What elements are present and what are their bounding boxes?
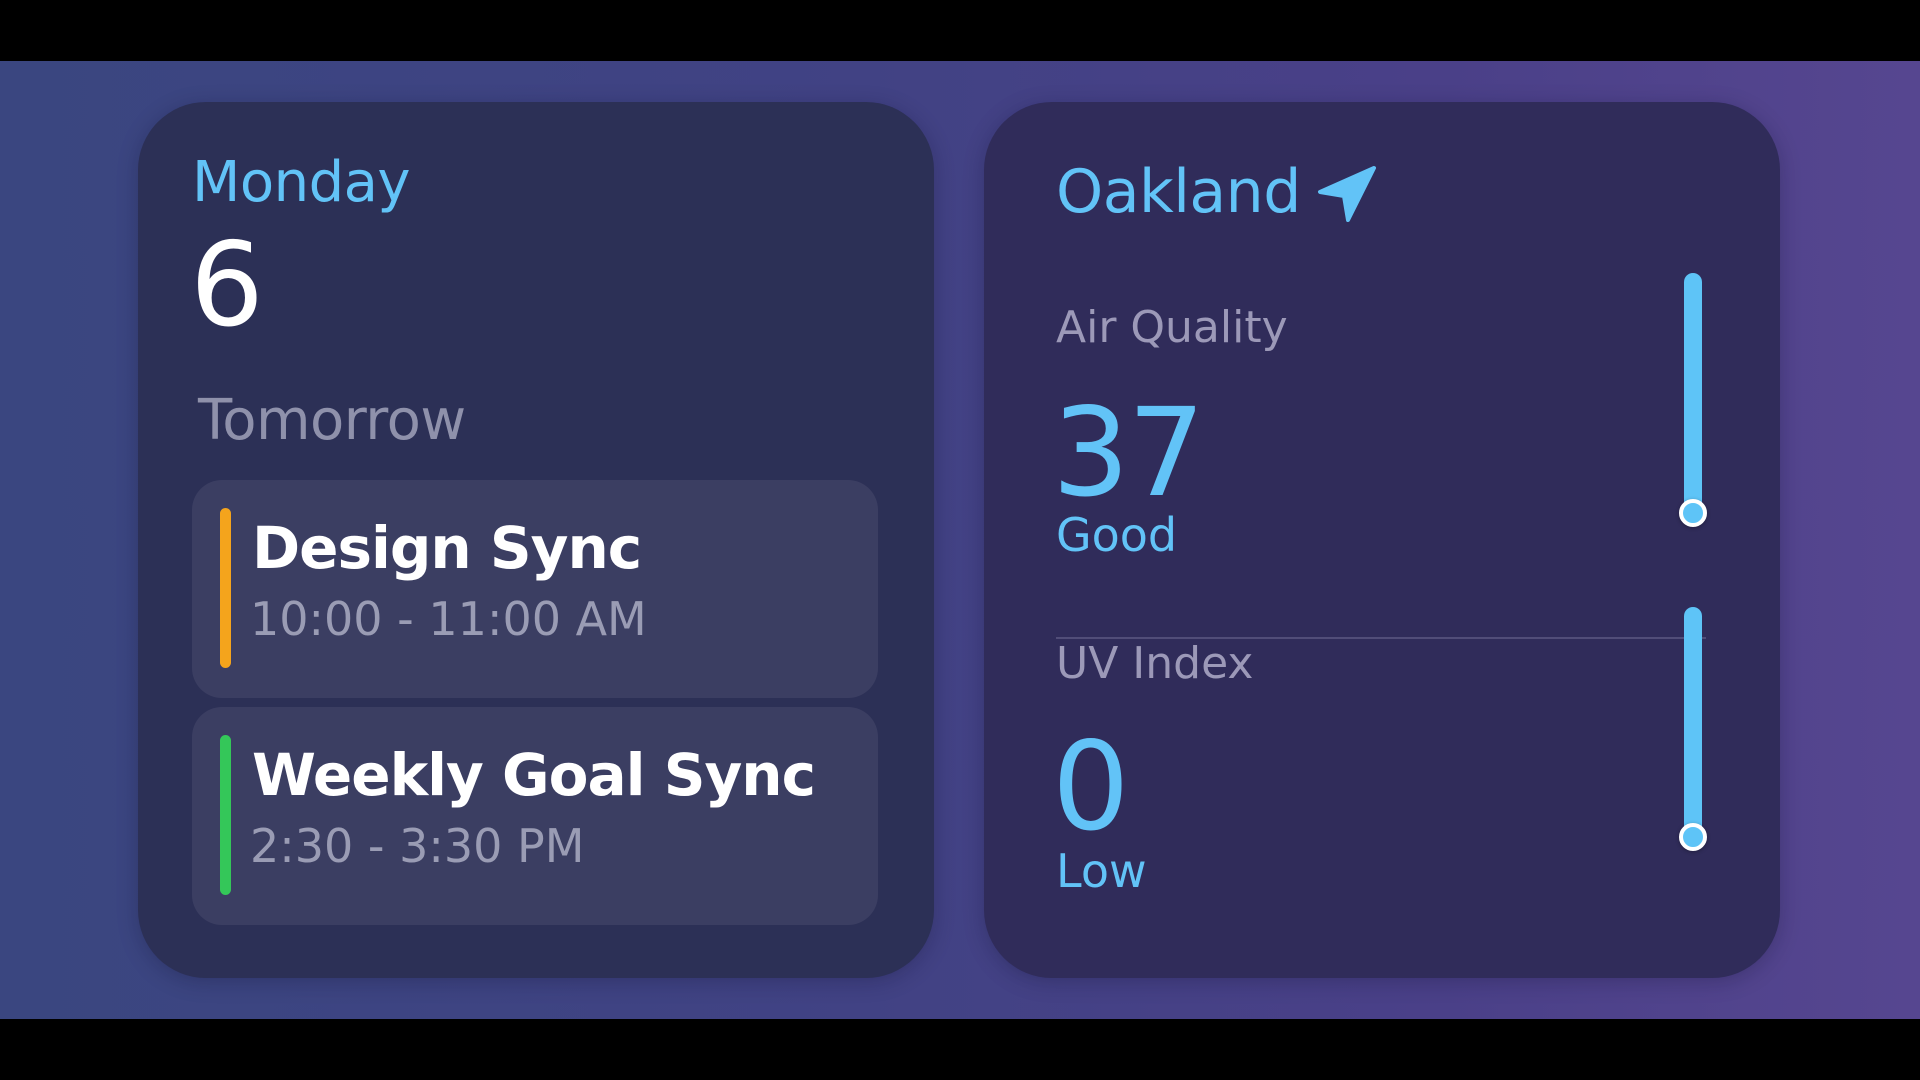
air-quality-label: Air Quality bbox=[1056, 302, 1288, 353]
event-title: Weekly Goal Sync bbox=[252, 741, 816, 809]
uv-index-description: Low bbox=[1056, 844, 1147, 898]
widget-stage: Monday 6 Tomorrow Design Sync 10:00 - 11… bbox=[0, 61, 1920, 1019]
uv-index-label: UV Index bbox=[1056, 638, 1254, 689]
event-card-design-sync[interactable]: Design Sync 10:00 - 11:00 AM bbox=[192, 480, 878, 698]
calendar-day-name: Monday bbox=[192, 150, 411, 215]
uv-index-value: 0 bbox=[1052, 716, 1130, 858]
letterbox-bottom bbox=[0, 1019, 1920, 1080]
air-quality-value: 37 bbox=[1052, 382, 1205, 524]
event-color-bar bbox=[220, 508, 231, 668]
event-card-weekly-goal-sync[interactable]: Weekly Goal Sync 2:30 - 3:30 PM bbox=[192, 707, 878, 925]
event-time: 10:00 - 11:00 AM bbox=[250, 592, 647, 646]
uv-index-meter-indicator bbox=[1679, 823, 1707, 851]
event-color-bar bbox=[220, 735, 231, 895]
city-name: Oakland bbox=[1056, 157, 1301, 227]
calendar-widget[interactable]: Monday 6 Tomorrow Design Sync 10:00 - 11… bbox=[138, 102, 934, 978]
calendar-date: 6 bbox=[190, 218, 264, 353]
uv-index-meter bbox=[1684, 607, 1702, 843]
weather-widget[interactable]: Oakland Air Quality 37 Good UV Index 0 L… bbox=[984, 102, 1780, 978]
air-quality-meter-indicator bbox=[1679, 499, 1707, 527]
calendar-section-label: Tomorrow bbox=[198, 388, 466, 453]
event-time: 2:30 - 3:30 PM bbox=[250, 819, 585, 873]
event-title: Design Sync bbox=[252, 514, 642, 582]
location-arrow-icon bbox=[1318, 166, 1376, 222]
air-quality-description: Good bbox=[1056, 508, 1178, 562]
air-quality-meter bbox=[1684, 273, 1702, 515]
letterbox-top bbox=[0, 0, 1920, 61]
